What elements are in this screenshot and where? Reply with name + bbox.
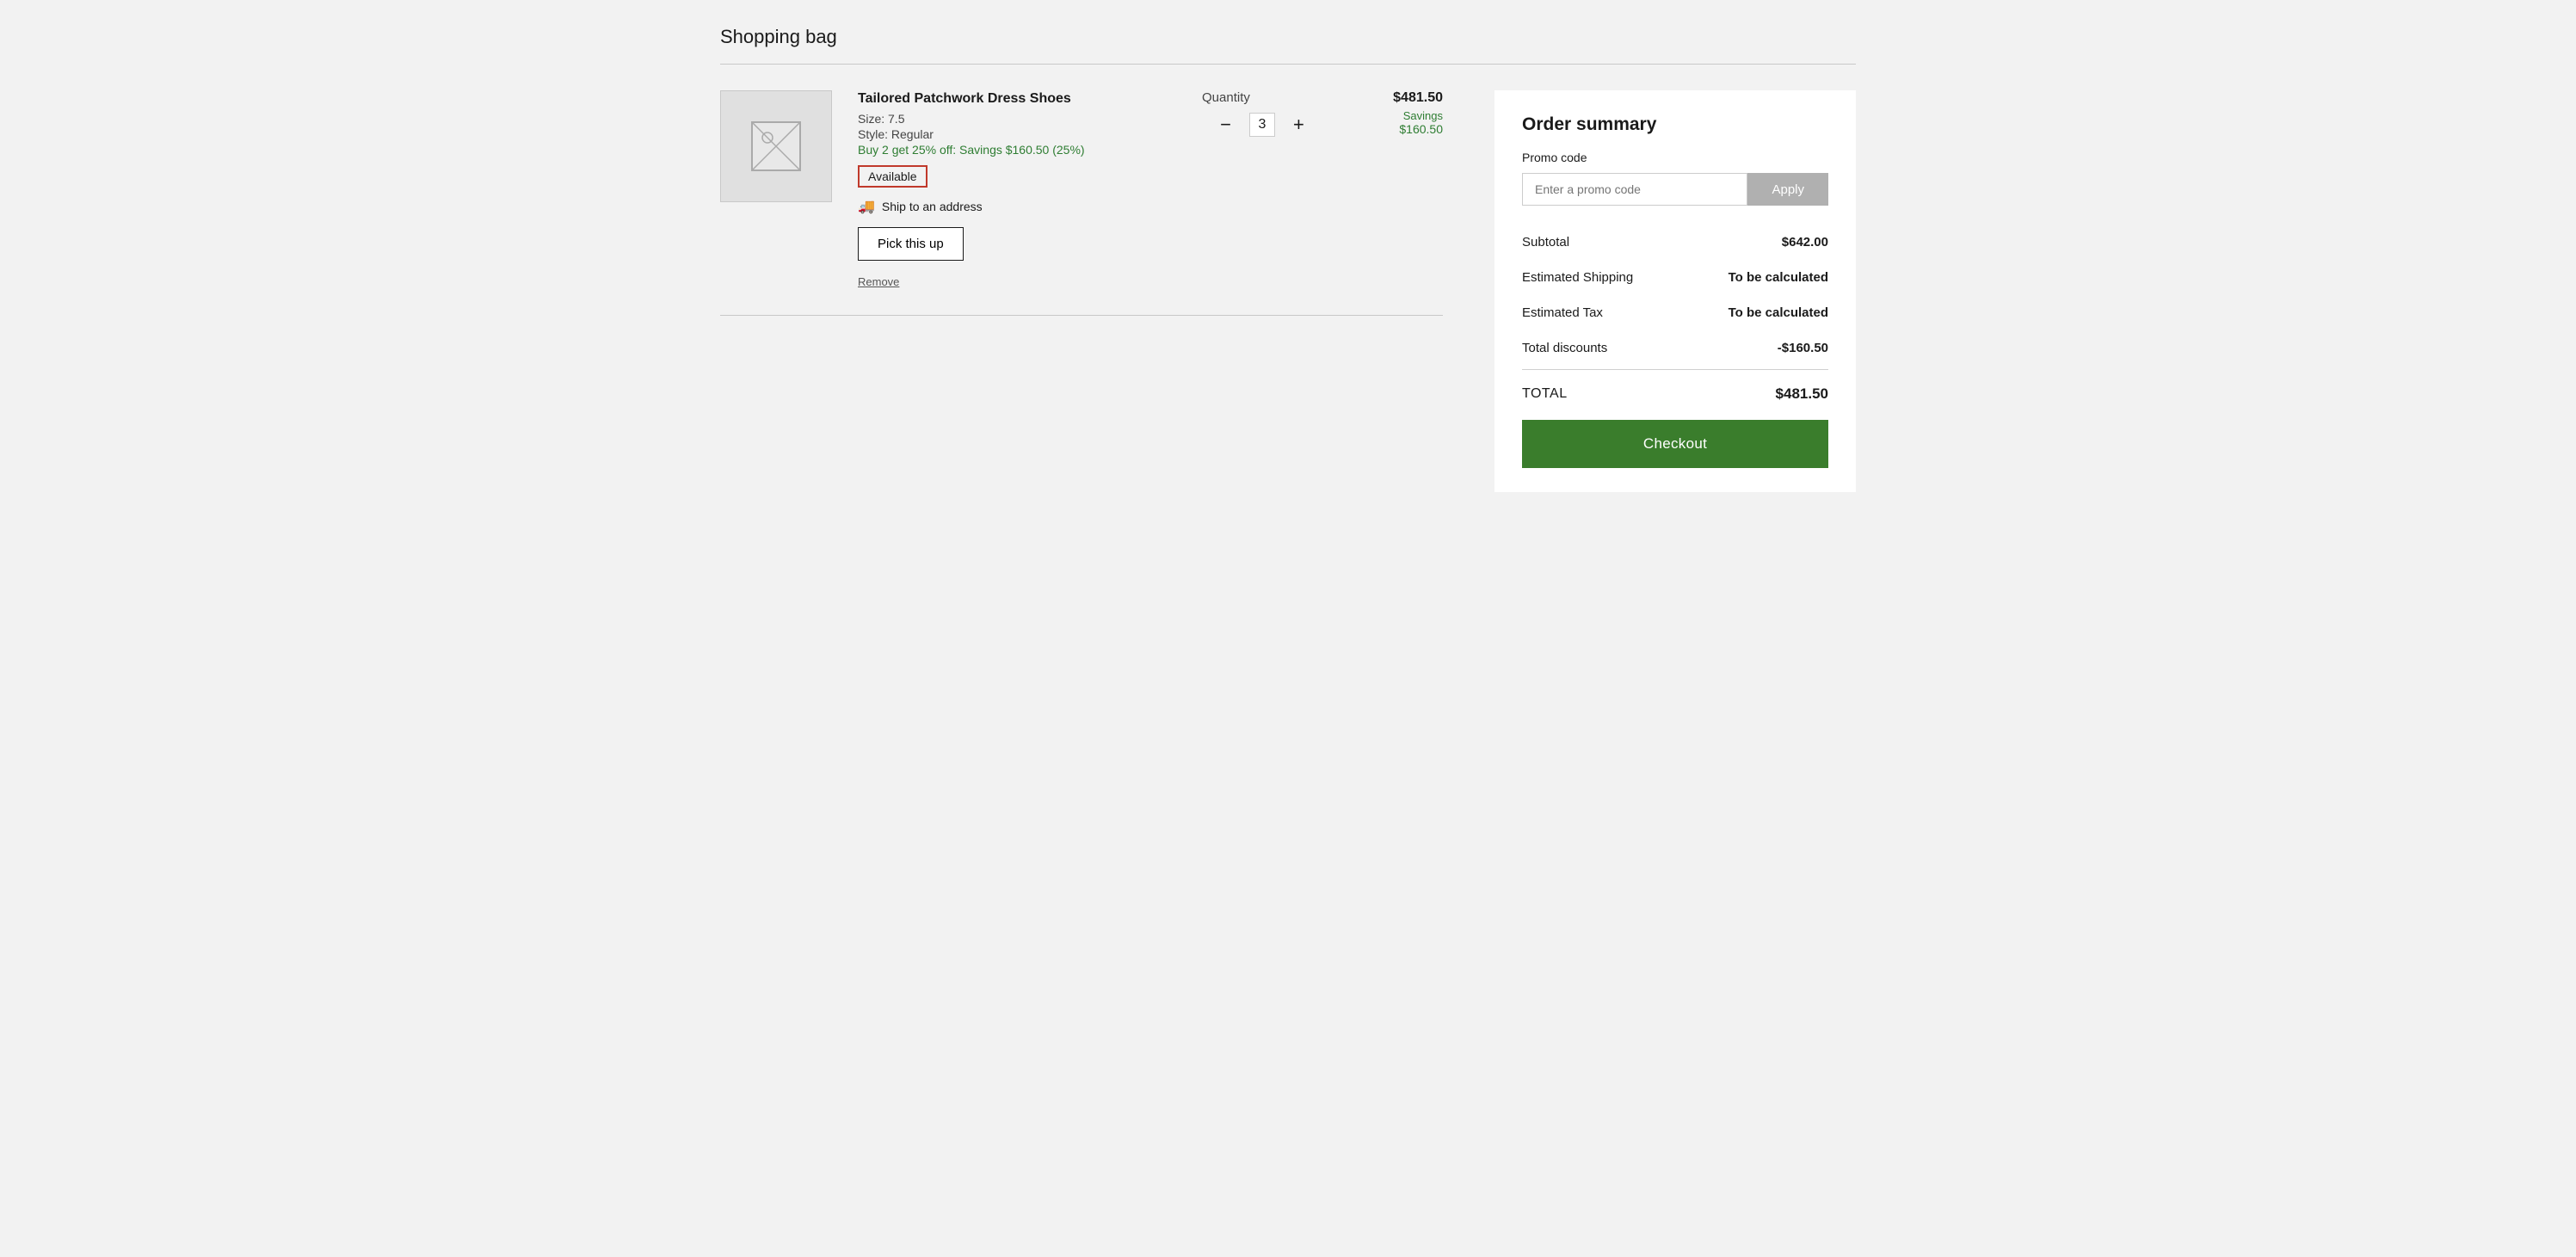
promo-input[interactable]: [1522, 173, 1747, 206]
quantity-value: 3: [1249, 113, 1276, 137]
checkout-button[interactable]: Checkout: [1522, 420, 1828, 468]
savings-amount: $160.50: [1348, 122, 1443, 136]
tax-value: To be calculated: [1729, 305, 1828, 320]
promo-row: Apply: [1522, 173, 1828, 206]
main-layout: Tailored Patchwork Dress Shoes Size: 7.5…: [720, 90, 1856, 492]
product-promo: Buy 2 get 25% off: Savings $160.50 (25%): [858, 143, 1176, 157]
product-details: Tailored Patchwork Dress Shoes Size: 7.5…: [858, 90, 1176, 289]
ship-icon: 🚚: [858, 198, 875, 215]
discounts-label: Total discounts: [1522, 341, 1607, 355]
quantity-label: Quantity: [1202, 90, 1250, 105]
page-divider: [720, 64, 1856, 65]
discounts-value: -$160.50: [1778, 341, 1828, 355]
shipping-row: Estimated Shipping To be calculated: [1522, 260, 1828, 295]
order-summary: Order summary Promo code Apply Subtotal …: [1494, 90, 1856, 492]
price-section: $481.50 Savings $160.50: [1348, 90, 1443, 289]
tax-label: Estimated Tax: [1522, 305, 1603, 320]
image-placeholder-icon: [750, 120, 802, 172]
subtotal-row: Subtotal $642.00: [1522, 225, 1828, 260]
total-row: TOTAL $481.50: [1522, 373, 1828, 420]
product-image: [720, 90, 832, 202]
total-label: TOTAL: [1522, 386, 1568, 402]
page-title: Shopping bag: [720, 26, 1856, 48]
shipping-label: Estimated Shipping: [1522, 270, 1633, 285]
product-name: Tailored Patchwork Dress Shoes: [858, 90, 1176, 108]
subtotal-value: $642.00: [1782, 235, 1828, 250]
quantity-controls: − 3 +: [1213, 112, 1312, 138]
quantity-decrease-button[interactable]: −: [1213, 112, 1239, 138]
tax-row: Estimated Tax To be calculated: [1522, 295, 1828, 330]
availability-badge: Available: [858, 165, 927, 188]
shipping-value: To be calculated: [1729, 270, 1828, 285]
remove-button[interactable]: Remove: [858, 275, 899, 288]
ship-option-label: Ship to an address: [882, 200, 983, 213]
savings-label: Savings: [1348, 109, 1443, 122]
summary-title: Order summary: [1522, 114, 1828, 135]
cart-item: Tailored Patchwork Dress Shoes Size: 7.5…: [720, 90, 1443, 316]
apply-button[interactable]: Apply: [1747, 173, 1828, 206]
product-size: Size: 7.5: [858, 112, 1176, 126]
product-price: $481.50: [1348, 90, 1443, 106]
cart-section: Tailored Patchwork Dress Shoes Size: 7.5…: [720, 90, 1443, 316]
total-value: $481.50: [1776, 385, 1828, 403]
quantity-increase-button[interactable]: +: [1285, 112, 1311, 138]
pickup-button[interactable]: Pick this up: [858, 227, 964, 261]
product-style: Style: Regular: [858, 127, 1176, 141]
discounts-row: Total discounts -$160.50: [1522, 330, 1828, 366]
promo-code-label: Promo code: [1522, 151, 1828, 164]
ship-option: 🚚 Ship to an address: [858, 198, 1176, 215]
summary-divider: [1522, 369, 1828, 370]
subtotal-label: Subtotal: [1522, 235, 1569, 250]
quantity-section: Quantity − 3 +: [1202, 90, 1322, 289]
